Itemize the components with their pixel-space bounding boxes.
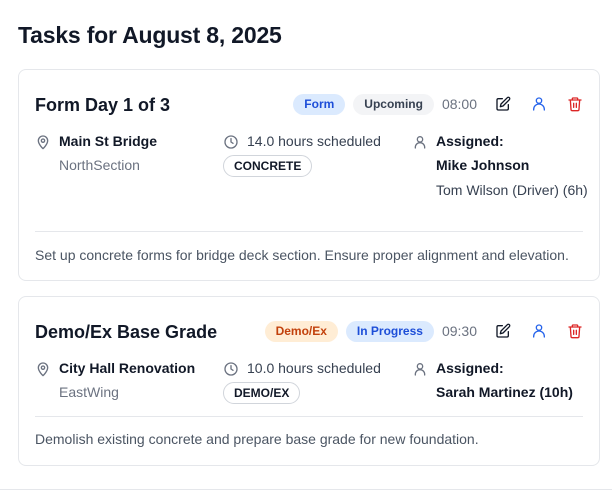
task-title: Demo/Ex Base Grade (35, 322, 218, 342)
user-icon (533, 97, 545, 111)
task-status-badge: In Progress (345, 320, 434, 342)
task-time: 08:00 (441, 96, 477, 112)
page-title: Tasks for August 8, 2025 (18, 22, 282, 48)
delete-button[interactable] (565, 321, 585, 341)
assigned-label: Assigned: (436, 133, 504, 149)
task-hours: 14.0 hours scheduled CONCRETE (223, 133, 381, 177)
clock-icon (223, 361, 239, 377)
location-section: NorthSection (59, 157, 140, 173)
task-location: City Hall Renovation EastWing (35, 360, 195, 401)
assignee-primary: Mike Johnson (436, 157, 530, 173)
hours-scheduled: 14.0 hours scheduled (247, 133, 381, 149)
category-chip: DEMO/EX (223, 382, 301, 404)
location-name: Main St Bridge (59, 133, 158, 149)
user-icon (533, 324, 545, 338)
divider (0, 489, 612, 490)
task-status-badge: Upcoming (353, 93, 434, 115)
hours-scheduled: 10.0 hours scheduled (247, 360, 381, 376)
task-title: Form Day 1 of 3 (35, 95, 171, 115)
task-header-actions: Form Upcoming 08:00 (293, 92, 585, 116)
trash-icon (568, 324, 582, 339)
task-header-actions: Demo/Ex In Progress 09:30 (264, 319, 585, 343)
map-pin-icon (35, 134, 51, 150)
category-chip: CONCRETE (223, 155, 313, 177)
task-assignees: Assigned: Mike Johnson Tom Wilson (Drive… (412, 133, 592, 200)
divider (35, 231, 583, 232)
assignee-primary: Sarah Martinez (10h) (436, 384, 573, 400)
task-card[interactable]: Form Day 1 of 3 Form Upcoming 08:00 Main… (18, 69, 600, 281)
task-description: Set up concrete forms for bridge deck se… (35, 247, 569, 263)
task-time: 09:30 (441, 323, 477, 339)
delete-button[interactable] (565, 94, 585, 114)
task-location: Main St Bridge NorthSection (35, 133, 157, 174)
task-type-badge: Demo/Ex (264, 320, 338, 342)
person-icon (412, 134, 428, 150)
assigned-label: Assigned: (436, 360, 504, 376)
assign-button[interactable] (529, 321, 549, 341)
person-icon (412, 361, 428, 377)
location-name: City Hall Renovation (59, 360, 196, 376)
clock-icon (223, 134, 239, 150)
edit-icon (496, 323, 511, 338)
task-hours: 10.0 hours scheduled DEMO/EX (223, 360, 381, 404)
task-type-badge: Form (293, 93, 346, 115)
edit-icon (496, 96, 511, 111)
map-pin-icon (35, 361, 51, 377)
assignee-secondary: Tom Wilson (Driver) (6h) (436, 182, 588, 198)
task-assignees: Assigned: Sarah Martinez (10h) (412, 360, 592, 401)
assign-button[interactable] (529, 94, 549, 114)
divider (35, 416, 583, 417)
trash-icon (568, 97, 582, 112)
location-section: EastWing (59, 384, 119, 400)
edit-button[interactable] (493, 321, 513, 341)
task-description: Demolish existing concrete and prepare b… (35, 431, 479, 447)
task-card[interactable]: Demo/Ex Base Grade Demo/Ex In Progress 0… (18, 296, 600, 466)
edit-button[interactable] (493, 94, 513, 114)
